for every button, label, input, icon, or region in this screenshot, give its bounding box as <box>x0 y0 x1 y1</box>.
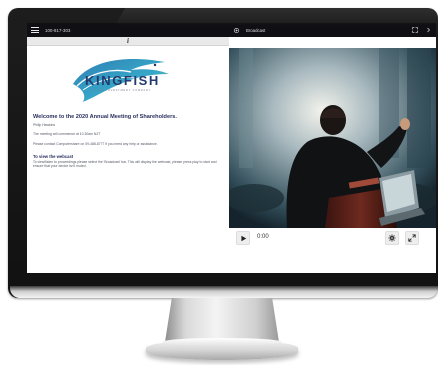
commence-text: The meeting will commence at 10.30am NZT <box>33 132 101 136</box>
time-readout: 0:00 <box>257 234 269 240</box>
broadcast-panel: Broadcast 0:00 <box>229 23 436 273</box>
webcast-instructions: To view/listen to proceedings please sel… <box>33 160 217 169</box>
play-icon <box>240 235 246 241</box>
desktop-monitor-scene: 100-817-303 i KINGFISH LISTED INVESTMENT… <box>0 0 438 365</box>
monitor-chin <box>10 286 438 298</box>
info-tab-bar[interactable]: i <box>27 37 229 46</box>
expand-icon[interactable] <box>411 26 419 34</box>
settings-button[interactable] <box>385 231 399 245</box>
left-top-bar: 100-817-303 <box>27 23 229 37</box>
welcome-title: Welcome to the 2020 Annual Meeting of Sh… <box>33 114 177 120</box>
hamburger-icon[interactable] <box>31 27 39 33</box>
broadcast-tab[interactable]: Broadcast <box>246 28 265 33</box>
fullscreen-icon <box>408 234 416 242</box>
chevron-right-icon[interactable] <box>424 26 432 34</box>
contact-text: Please contact Computershare on 09-488-8… <box>33 142 158 146</box>
meeting-info-panel: 100-817-303 i KINGFISH LISTED INVESTMENT… <box>27 23 229 273</box>
logo-wordmark: KINGFISH <box>85 73 160 88</box>
play-button[interactable] <box>236 231 250 245</box>
webcast-video[interactable] <box>229 48 436 228</box>
player-controls: 0:00 <box>229 228 436 248</box>
monitor-stand-base-top <box>162 338 282 346</box>
right-top-bar: Broadcast <box>229 23 436 37</box>
info-icon[interactable]: i <box>127 38 129 45</box>
monitor-screen: 100-817-303 i KINGFISH LISTED INVESTMENT… <box>27 23 436 273</box>
broadcast-icon <box>232 26 240 34</box>
webcast-heading: To view the webcast <box>33 154 74 159</box>
chair-name: Philip Hawkins <box>33 123 56 127</box>
logo-tagline: LISTED INVESTMENT COMPANY <box>91 89 152 92</box>
fullscreen-button[interactable] <box>405 231 419 245</box>
gear-icon <box>388 234 396 242</box>
meeting-code: 100-817-303 <box>45 27 71 33</box>
monitor-stand-neck <box>165 298 279 342</box>
